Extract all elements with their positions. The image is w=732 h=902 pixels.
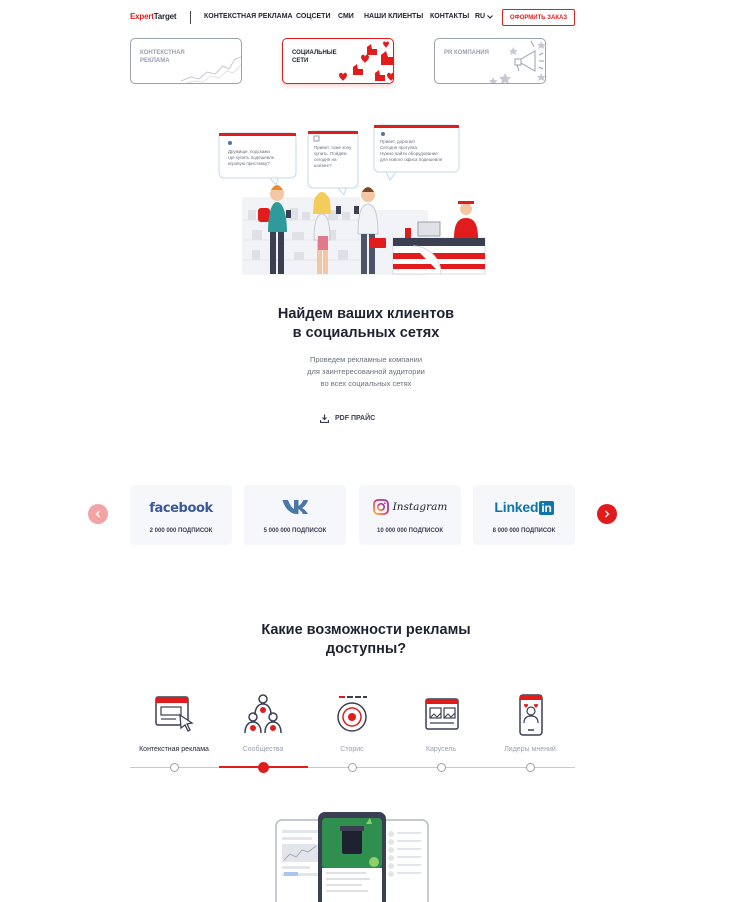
subscribers-count: 8 000 000 ПОДПИСОК	[492, 528, 556, 534]
instagram-wordmark: Instagram	[392, 501, 448, 513]
logo[interactable]: ExpertTarget	[130, 12, 177, 21]
card-label: СОЦИАЛЬНЫЕ СЕТИ	[292, 50, 337, 64]
instagram-logo: Instagram	[359, 499, 461, 515]
browser-cursor-icon[interactable]	[154, 693, 196, 735]
logo-part-target: Target	[153, 12, 177, 21]
nav-clients[interactable]: НАШИ КЛИЕНТЫ	[364, 13, 423, 20]
card-context-ads[interactable]: КОНТЕКСТНАЯ РЕКЛАМА	[130, 38, 242, 84]
pdf-price-link[interactable]: PDF ПРАЙС	[320, 414, 375, 423]
vk-icon	[282, 500, 308, 514]
pdf-price-label: PDF ПРАЙС	[335, 415, 376, 422]
linkedin-wordmark: Linked in	[494, 499, 554, 515]
chevron-left-icon	[95, 510, 100, 518]
carousel-next-button[interactable]	[597, 504, 617, 524]
social-card-linkedin[interactable]: Linked in 8 000 000 ПОДПИСОК	[473, 485, 575, 545]
influencer-icon[interactable]	[516, 693, 546, 737]
logo-part-expert: Expert	[130, 12, 154, 21]
timeline-dot-active[interactable]	[258, 762, 269, 773]
timeline-dot[interactable]	[170, 763, 179, 772]
feature-label-influencers[interactable]: Лидеры мнений	[480, 746, 580, 753]
feature-label-communities[interactable]: Сообщества	[213, 746, 313, 753]
feature-label-context[interactable]: Контекстная реклама	[124, 746, 224, 753]
carousel-prev-button[interactable]	[88, 504, 108, 524]
megaphone-decoration-icon	[489, 40, 545, 83]
hero-title-line: Найдем ваших клиентов	[277, 306, 455, 322]
card-label: КОНТЕКСТНАЯ РЕКЛАМА	[140, 50, 185, 64]
hero-subtitle: Проведем рекламные компании для заинтере…	[220, 354, 512, 390]
facebook-wordmark: facebook	[149, 501, 213, 516]
vk-logo	[244, 499, 346, 519]
stories-icon[interactable]	[334, 693, 370, 735]
nav-contacts[interactable]: КОНТАКТЫ	[430, 13, 469, 20]
hero-title: Найдем ваших клиентов в социальных сетях	[200, 305, 532, 343]
linkedin-logo: Linked in	[473, 499, 575, 517]
card-label: PR КОМПАНИЯ	[444, 50, 489, 56]
carousel-icon[interactable]	[423, 693, 461, 735]
hero-subtitle-line: Проведем рекламные компании	[309, 355, 423, 364]
language-label: RU	[475, 13, 486, 20]
features-title: Какие возможности рекламы доступны?	[200, 621, 532, 659]
logo-divider	[190, 11, 191, 24]
social-card-facebook[interactable]: facebook 2 000 000 ПОДПИСОК	[130, 485, 232, 545]
subscribers-count: 2 000 000 ПОДПИСОК	[149, 528, 213, 534]
community-icon[interactable]	[242, 693, 284, 737]
hero-illustration: Дружище, подскажи где купить подешевле и…	[218, 124, 486, 275]
phones-mockup	[275, 812, 429, 902]
hero-title-line: в социальных сетях	[292, 325, 440, 341]
social-card-instagram[interactable]: Instagram 10 000 000 ПОДПИСОК	[359, 485, 461, 545]
timeline-dot[interactable]	[526, 763, 535, 772]
social-card-vk[interactable]: 5 000 000 ПОДПИСОК	[244, 485, 346, 545]
svg-text:Дружище, подскажи где купи: Дружище, подскажи где купить подешевле и…	[228, 149, 275, 166]
nav-social[interactable]: СОЦСЕТИ	[296, 13, 330, 20]
subscribers-count: 10 000 000 ПОДПИСОК	[376, 528, 443, 534]
hero-subtitle-line: во всех социальных сетях	[320, 379, 412, 388]
chevron-down-icon	[487, 14, 493, 19]
features-title-line: доступны?	[325, 641, 407, 657]
features-title-line: Какие возможности рекламы	[261, 622, 471, 638]
language-selector[interactable]: RU	[475, 13, 493, 20]
facebook-logo: facebook	[130, 499, 232, 517]
chevron-right-icon	[605, 510, 610, 518]
card-pr[interactable]: PR КОМПАНИЯ	[434, 38, 546, 84]
card-social[interactable]: СОЦИАЛЬНЫЕ СЕТИ	[282, 38, 394, 84]
subscribers-count: 5 000 000 ПОДПИСОК	[263, 528, 327, 534]
nav-media[interactable]: СМИ	[338, 13, 354, 20]
feature-label-stories[interactable]: Сторис	[302, 746, 402, 753]
order-button[interactable]: ОФОРМИТЬ ЗАКАЗ	[502, 9, 575, 26]
nav-context-ads[interactable]: КОНТЕКСТНАЯ РЕКЛАМА	[204, 13, 293, 20]
timeline-dot[interactable]	[437, 763, 446, 772]
instagram-icon	[372, 499, 389, 515]
hero-subtitle-line: для заинтересованной аудитории	[307, 367, 425, 376]
timeline-dot[interactable]	[348, 763, 357, 772]
feature-label-carousel[interactable]: Карусель	[391, 746, 491, 753]
download-icon	[320, 414, 329, 423]
